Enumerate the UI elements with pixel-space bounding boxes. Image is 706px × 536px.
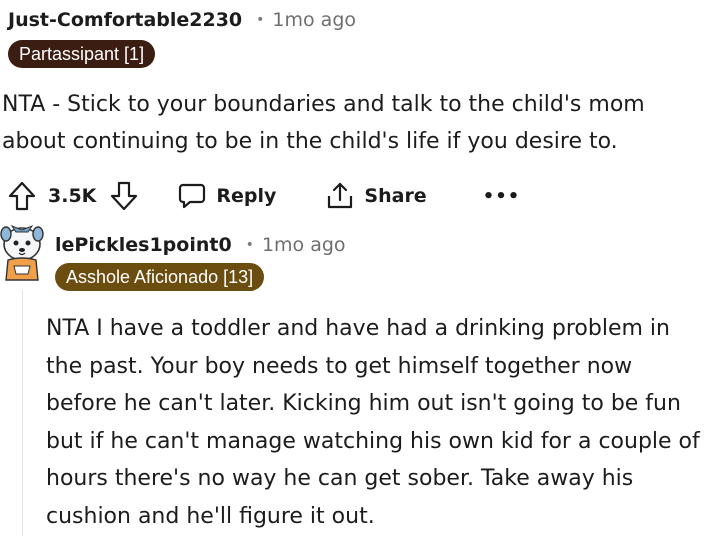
comment-body: NTA I have a toddler and have had a drin… [46, 316, 700, 529]
timestamp[interactable]: 1mo ago [262, 234, 346, 256]
thread-line[interactable] [22, 290, 23, 536]
reply-button[interactable]: Reply [178, 182, 276, 210]
speech-bubble-icon [178, 182, 206, 210]
share-icon [326, 181, 354, 211]
separator-dot: • [245, 237, 254, 253]
arrow-down-icon[interactable] [110, 181, 138, 211]
comment-actions: 3.5K Reply Share ••• [8, 176, 520, 216]
timestamp[interactable]: 1mo ago [272, 9, 356, 31]
comment-header: lePickles1point0 • 1mo ago [55, 230, 346, 260]
more-options-button[interactable]: ••• [483, 186, 521, 207]
comment-body: NTA - Stick to your boundaries and talk … [2, 92, 645, 154]
avatar[interactable] [0, 222, 46, 284]
user-flair: Partassipant [1] [8, 40, 156, 68]
share-label: Share [364, 185, 427, 207]
user-flair: Asshole Aficionado [13] [55, 263, 265, 291]
comment-header: Just-Comfortable2230 • 1mo ago [8, 5, 356, 35]
separator-dot: • [256, 12, 265, 28]
username[interactable]: lePickles1point0 [55, 234, 232, 256]
share-button[interactable]: Share [326, 181, 427, 211]
comment-thread: Just-Comfortable2230 • 1mo ago Partassip… [0, 0, 706, 536]
arrow-up-icon[interactable] [8, 181, 36, 211]
reply-label: Reply [216, 185, 277, 207]
vote-count: 3.5K [48, 185, 97, 207]
username[interactable]: Just-Comfortable2230 [8, 9, 242, 31]
